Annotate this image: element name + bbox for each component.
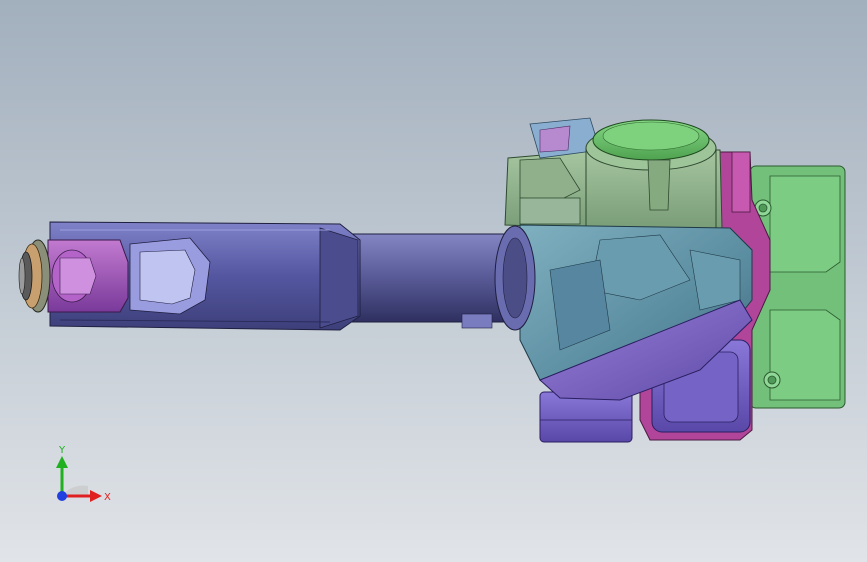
wrist-fork[interactable] xyxy=(47,239,129,313)
arm-tube[interactable] xyxy=(349,225,536,331)
coordinate-triad: Y X xyxy=(56,445,111,503)
graphics-viewport[interactable]: Y X xyxy=(0,0,867,562)
y-axis-arrow xyxy=(56,456,68,468)
x-axis-label: X xyxy=(104,492,111,503)
robot-arm-model[interactable] xyxy=(0,0,867,562)
flange[interactable] xyxy=(18,239,51,313)
z-axis-dot xyxy=(57,491,67,501)
y-axis-label: Y xyxy=(58,445,66,456)
motor-cap[interactable] xyxy=(585,119,717,229)
x-axis-arrow xyxy=(90,490,102,502)
